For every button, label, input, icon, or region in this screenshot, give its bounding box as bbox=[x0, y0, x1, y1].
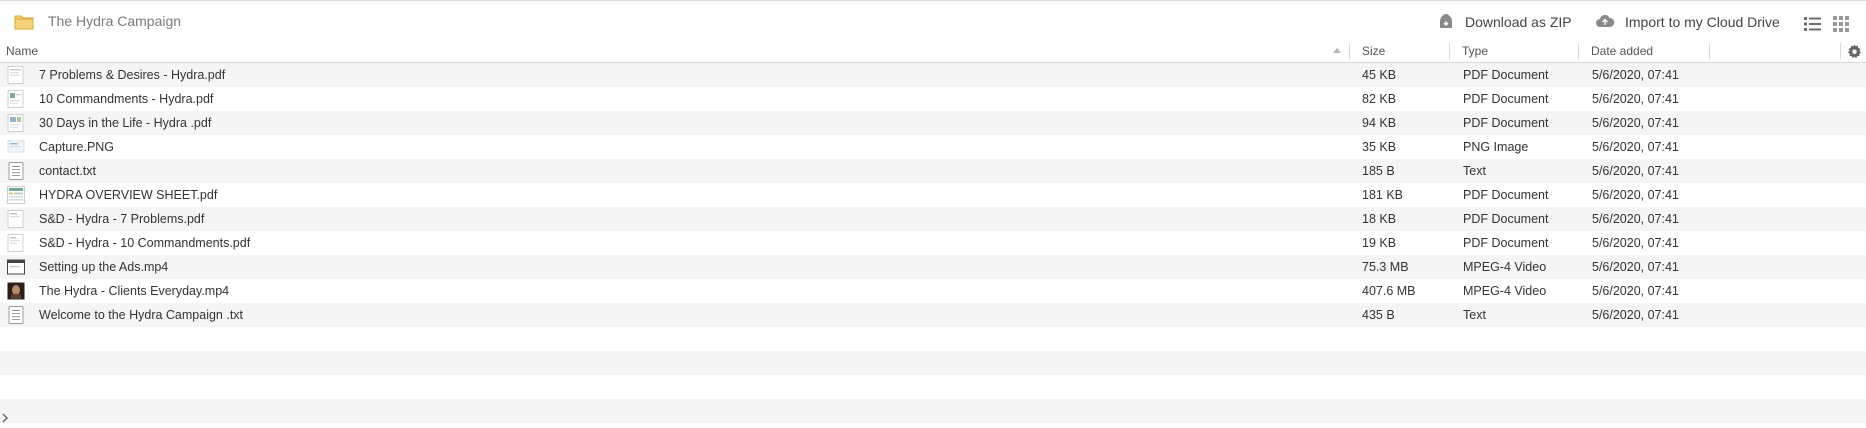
file-row[interactable]: contact.txt 185 B Text 5/6/2020, 07:41 bbox=[0, 159, 1866, 183]
column-divider bbox=[1449, 43, 1450, 60]
file-size: 181 KB bbox=[1362, 188, 1404, 202]
column-name[interactable]: Name bbox=[0, 40, 1350, 63]
document-thumbnail bbox=[7, 234, 25, 252]
download-zip-button[interactable]: Download as ZIP bbox=[1437, 11, 1572, 33]
empty-row bbox=[0, 327, 1866, 351]
sort-ascending-icon bbox=[1333, 48, 1341, 53]
file-size: 185 B bbox=[1362, 164, 1395, 178]
file-size: 19 KB bbox=[1362, 236, 1397, 250]
video-thumbnail bbox=[7, 258, 25, 276]
cloud-upload-icon bbox=[1595, 13, 1615, 32]
file-date: 5/6/2020, 07:41 bbox=[1592, 140, 1679, 154]
file-type: MPEG-4 Video bbox=[1463, 284, 1547, 298]
file-name: S&D - Hydra - 7 Problems.pdf bbox=[39, 212, 205, 226]
file-date: 5/6/2020, 07:41 bbox=[1592, 116, 1679, 130]
document-thumbnail bbox=[7, 90, 25, 108]
file-name: 10 Commandments - Hydra.pdf bbox=[39, 92, 214, 106]
file-type: PNG Image bbox=[1463, 140, 1529, 154]
file-row[interactable]: S&D - Hydra - 10 Commandments.pdf 19 KB … bbox=[0, 231, 1866, 255]
download-zip-label: Download as ZIP bbox=[1465, 14, 1572, 30]
file-size: 435 B bbox=[1362, 308, 1395, 322]
document-thumbnail bbox=[7, 210, 25, 228]
file-type: Text bbox=[1463, 308, 1486, 322]
column-type[interactable]: Type bbox=[1456, 40, 1586, 63]
file-size: 82 KB bbox=[1362, 92, 1397, 106]
file-type: PDF Document bbox=[1463, 92, 1549, 106]
column-divider bbox=[1709, 43, 1710, 60]
file-type: MPEG-4 Video bbox=[1463, 260, 1547, 274]
column-divider bbox=[1349, 43, 1350, 60]
chevron-right-icon[interactable] bbox=[1, 410, 9, 423]
file-type: PDF Document bbox=[1463, 116, 1549, 130]
empty-row bbox=[0, 351, 1866, 375]
file-size: 407.6 MB bbox=[1362, 284, 1416, 298]
file-size: 18 KB bbox=[1362, 212, 1397, 226]
grid-view-icon[interactable] bbox=[1833, 16, 1850, 32]
file-date: 5/6/2020, 07:41 bbox=[1592, 92, 1679, 106]
text-file-icon bbox=[7, 162, 25, 180]
video-thumbnail bbox=[7, 282, 25, 300]
file-row[interactable]: 7 Problems & Desires - Hydra.pdf 45 KB P… bbox=[0, 63, 1866, 87]
file-list: 7 Problems & Desires - Hydra.pdf 45 KB P… bbox=[0, 63, 1866, 423]
folder-header: The Hydra Campaign Download as ZIP Impor… bbox=[0, 4, 1866, 40]
empty-row bbox=[0, 399, 1866, 423]
text-file-icon bbox=[7, 306, 25, 324]
document-thumbnail bbox=[7, 114, 25, 132]
file-row[interactable]: The Hydra - Clients Everyday.mp4 407.6 M… bbox=[0, 279, 1866, 303]
file-name: contact.txt bbox=[39, 164, 96, 178]
file-size: 94 KB bbox=[1362, 116, 1397, 130]
file-size: 75.3 MB bbox=[1362, 260, 1409, 274]
file-type: Text bbox=[1463, 164, 1486, 178]
column-date[interactable]: Date added bbox=[1585, 40, 1705, 63]
file-name: Setting up the Ads.mp4 bbox=[39, 260, 169, 274]
file-row[interactable]: HYDRA OVERVIEW SHEET.pdf 181 KB PDF Docu… bbox=[0, 183, 1866, 207]
sheet-thumbnail bbox=[7, 186, 25, 204]
file-size: 35 KB bbox=[1362, 140, 1397, 154]
file-size: 45 KB bbox=[1362, 68, 1397, 82]
file-date: 5/6/2020, 07:41 bbox=[1592, 212, 1679, 226]
file-name: 30 Days in the Life - Hydra .pdf bbox=[39, 116, 212, 130]
column-header: Name Size Type Date added bbox=[0, 40, 1866, 63]
file-date: 5/6/2020, 07:41 bbox=[1592, 68, 1679, 82]
file-date: 5/6/2020, 07:41 bbox=[1592, 164, 1679, 178]
file-row[interactable]: Welcome to the Hydra Campaign .txt 435 B… bbox=[0, 303, 1866, 327]
column-divider bbox=[1840, 43, 1841, 60]
gear-icon[interactable] bbox=[1847, 44, 1862, 59]
lock-download-icon bbox=[1437, 13, 1455, 32]
file-row[interactable]: 30 Days in the Life - Hydra .pdf 94 KB P… bbox=[0, 111, 1866, 135]
import-cloud-button[interactable]: Import to my Cloud Drive bbox=[1595, 11, 1780, 33]
file-name: Welcome to the Hydra Campaign .txt bbox=[39, 308, 244, 322]
file-row[interactable]: Capture.PNG 35 KB PNG Image 5/6/2020, 07… bbox=[0, 135, 1866, 159]
file-date: 5/6/2020, 07:41 bbox=[1592, 308, 1679, 322]
file-name: 7 Problems & Desires - Hydra.pdf bbox=[39, 68, 226, 82]
file-type: PDF Document bbox=[1463, 68, 1549, 82]
file-date: 5/6/2020, 07:41 bbox=[1592, 260, 1679, 274]
file-name: HYDRA OVERVIEW SHEET.pdf bbox=[39, 188, 218, 202]
column-divider bbox=[1578, 43, 1579, 60]
file-row[interactable]: 10 Commandments - Hydra.pdf 82 KB PDF Do… bbox=[0, 87, 1866, 111]
image-thumbnail bbox=[7, 138, 25, 156]
file-name: S&D - Hydra - 10 Commandments.pdf bbox=[39, 236, 251, 250]
file-type: PDF Document bbox=[1463, 188, 1549, 202]
file-date: 5/6/2020, 07:41 bbox=[1592, 236, 1679, 250]
file-type: PDF Document bbox=[1463, 212, 1549, 226]
file-row[interactable]: S&D - Hydra - 7 Problems.pdf 18 KB PDF D… bbox=[0, 207, 1866, 231]
list-view-icon[interactable] bbox=[1804, 16, 1821, 32]
file-date: 5/6/2020, 07:41 bbox=[1592, 188, 1679, 202]
file-type: PDF Document bbox=[1463, 236, 1549, 250]
file-name: Capture.PNG bbox=[39, 140, 115, 154]
empty-row bbox=[0, 375, 1866, 399]
file-row[interactable]: Setting up the Ads.mp4 75.3 MB MPEG-4 Vi… bbox=[0, 255, 1866, 279]
import-cloud-label: Import to my Cloud Drive bbox=[1625, 14, 1780, 30]
folder-title: The Hydra Campaign bbox=[48, 13, 182, 29]
file-name: The Hydra - Clients Everyday.mp4 bbox=[39, 284, 230, 298]
file-date: 5/6/2020, 07:41 bbox=[1592, 284, 1679, 298]
column-size[interactable]: Size bbox=[1356, 40, 1456, 63]
document-thumbnail bbox=[7, 66, 25, 84]
folder-icon bbox=[14, 13, 34, 30]
